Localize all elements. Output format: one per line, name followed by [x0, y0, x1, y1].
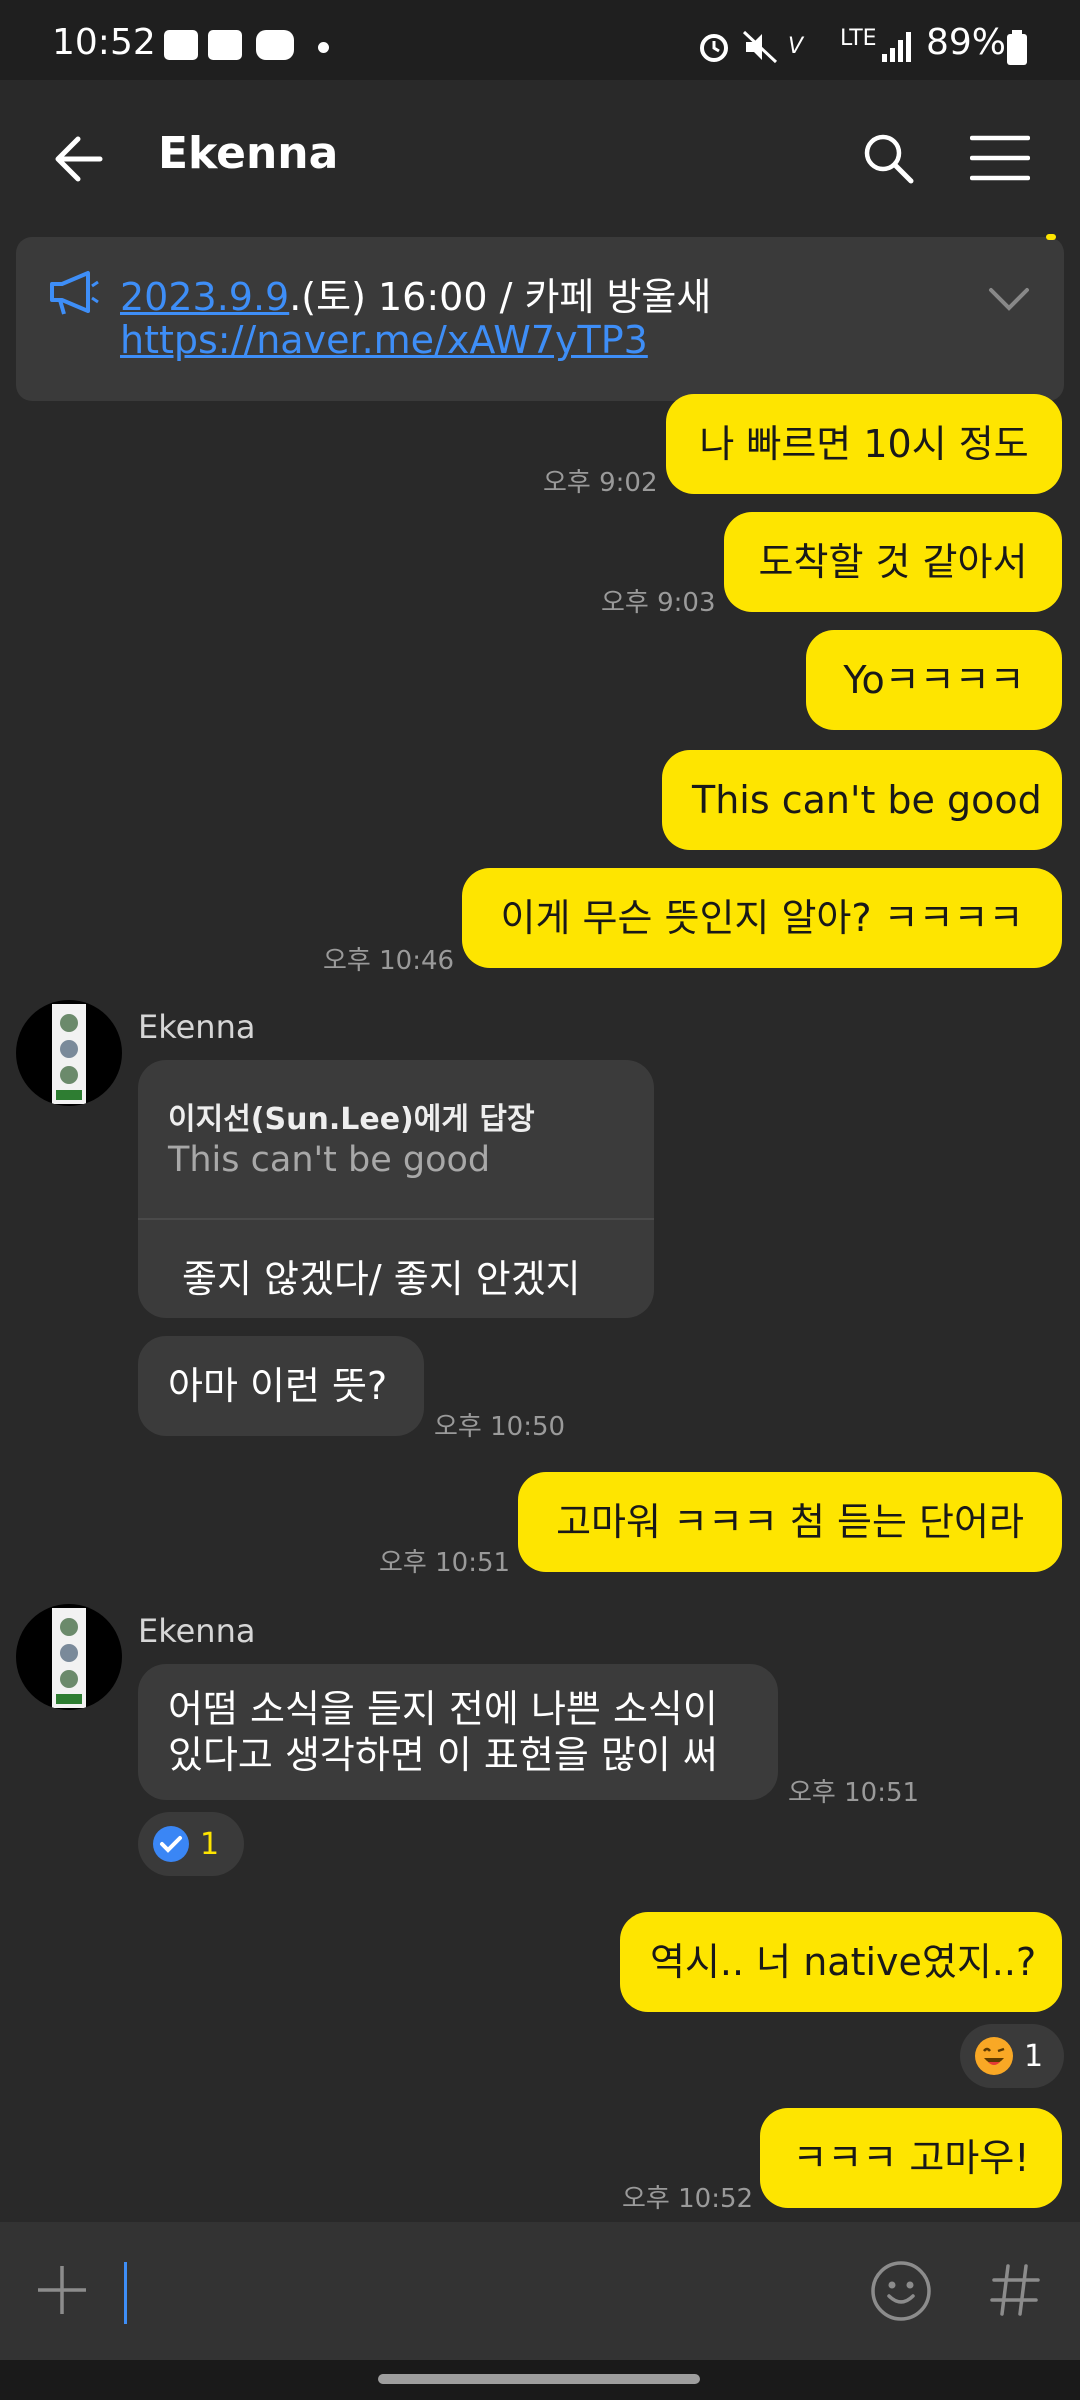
lte-label: LTE	[840, 26, 877, 51]
notice-text: 2023.9.9.(토) 16:00 / 카페 방울새	[120, 266, 711, 321]
message-line: 어떰 소식을 듣지 전에 나쁜 소식이	[168, 1687, 718, 1731]
message-input[interactable]	[110, 2250, 810, 2334]
outgoing-message[interactable]: 도착할 것 같아서	[724, 512, 1062, 612]
reply-target: 이지선(Sun.Lee)에게 답장	[168, 1102, 535, 1137]
reaction-count: 1	[1024, 2038, 1044, 2074]
outgoing-message[interactable]: Yoㅋㅋㅋㅋ	[806, 630, 1062, 730]
outgoing-message[interactable]: 역시.. 너 native였지..?	[620, 1912, 1062, 2012]
sender-name: Ekenna	[138, 1008, 256, 1046]
status-time: 10:52	[52, 22, 156, 63]
message-timestamp: 오후 10:46	[323, 946, 455, 976]
text-cursor	[124, 2262, 127, 2324]
more-notifications-dot	[318, 42, 329, 53]
plus-icon[interactable]	[36, 2264, 88, 2316]
search-icon[interactable]	[862, 132, 914, 184]
signal-icon	[882, 32, 911, 62]
outgoing-message[interactable]: This can't be good	[662, 750, 1062, 850]
megaphone-icon	[50, 271, 99, 315]
incoming-message[interactable]: 어떰 소식을 듣지 전에 나쁜 소식이 있다고 생각하면 이 표현을 많이 써	[138, 1664, 778, 1800]
message-timestamp: 오후 10:50	[434, 1412, 566, 1442]
outgoing-message[interactable]: 나 빠르면 10시 정도	[666, 394, 1062, 494]
battery-percent: 89%	[926, 22, 1007, 63]
message-line: 있다고 생각하면 이 표현을 많이 써	[168, 1733, 718, 1777]
message-timestamp: 오후 10:51	[788, 1778, 920, 1808]
outgoing-message[interactable]: ㅋㅋㅋ 고마우!	[760, 2108, 1062, 2208]
check-reaction-icon	[153, 1826, 189, 1862]
status-bar	[0, 0, 1080, 80]
notice-date-link[interactable]: 2023.9.9	[120, 275, 289, 319]
outgoing-message[interactable]: 고마워 ㅋㅋㅋ 첨 듣는 단어라	[518, 1472, 1062, 1572]
laughing-face-icon	[975, 2037, 1013, 2075]
notice-details: .(토) 16:00 / 카페 방울새	[289, 275, 712, 319]
pay-notification-icon	[256, 30, 294, 60]
emoji-icon[interactable]	[870, 2260, 932, 2322]
volte-icon: V	[788, 34, 804, 59]
reaction-badge[interactable]: 1	[138, 1812, 244, 1876]
alarm-icon	[700, 34, 728, 62]
gallery-notification-icon	[164, 30, 198, 60]
chat-title: Ekenna	[158, 128, 339, 179]
back-arrow-icon[interactable]	[52, 134, 104, 184]
reply-text: 좋지 않겠다/ 좋지 안겠지	[182, 1257, 581, 1301]
hashtag-icon[interactable]	[990, 2262, 1040, 2318]
reply-quote: This can't be good	[168, 1140, 491, 1180]
message-timestamp: 오후 9:03	[601, 588, 716, 618]
reaction-badge[interactable]: 1	[960, 2024, 1064, 2088]
avatar[interactable]	[16, 1000, 122, 1106]
home-indicator[interactable]	[378, 2374, 700, 2384]
chevron-down-icon[interactable]	[988, 286, 1030, 312]
avatar[interactable]	[16, 1604, 122, 1710]
hidden-bubble-edge	[1046, 234, 1056, 240]
menu-icon[interactable]	[970, 134, 1030, 182]
message-timestamp: 오후 10:52	[622, 2184, 754, 2214]
sender-name: Ekenna	[138, 1612, 256, 1650]
app-notification-icon	[208, 30, 242, 60]
reply-message[interactable]: 이지선(Sun.Lee)에게 답장 This can't be good 좋지 …	[138, 1060, 654, 1318]
incoming-message[interactable]: 아마 이런 뜻?	[138, 1336, 424, 1436]
reaction-count: 1	[200, 1826, 220, 1862]
outgoing-message[interactable]: 이게 무슨 뜻인지 알아? ㅋㅋㅋㅋ	[462, 868, 1062, 968]
mute-icon	[742, 30, 778, 64]
reply-divider	[138, 1218, 654, 1220]
notice-url-link[interactable]: https://naver.me/xAW7yTP3	[120, 318, 648, 362]
message-timestamp: 오후 10:51	[379, 1548, 511, 1578]
message-timestamp: 오후 9:02	[543, 468, 658, 498]
battery-icon	[1007, 30, 1027, 65]
